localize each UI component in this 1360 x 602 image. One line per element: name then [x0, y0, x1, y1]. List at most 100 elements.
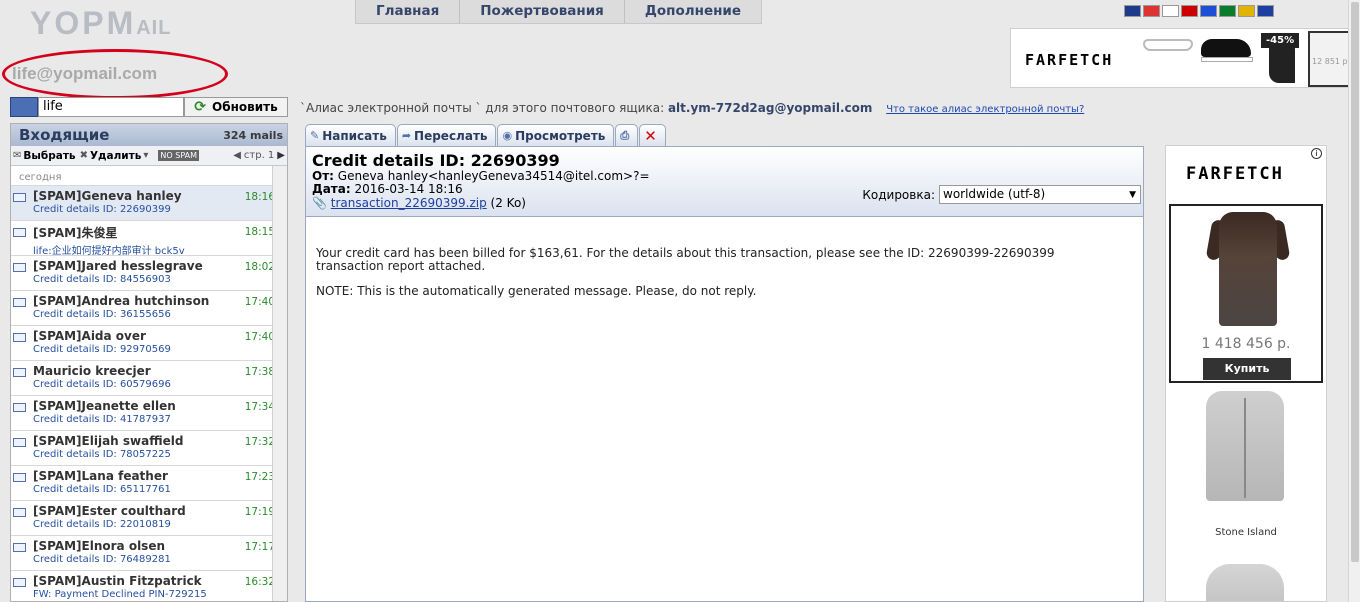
alias-help-link[interactable]: Что такое алиас электронной почты?: [886, 104, 1084, 115]
delete-button[interactable]: ✖ Удалить ▾: [80, 150, 149, 162]
product-tile[interactable]: 12 851 р: [1308, 31, 1349, 87]
mail-list-item[interactable]: [SPAM]Jared hesslegrave 18:02 Credit detai…: [11, 255, 287, 290]
mail-list-item[interactable]: Mauricio kreecjer 17:38 Credit details ID:…: [11, 360, 287, 395]
nospam-badge[interactable]: NO SPAM: [158, 150, 200, 161]
message-toolbar: ✎ Написать ➦ Переслать ◉ Просмотреть ⎙ ✕: [305, 124, 667, 146]
mail-list-item[interactable]: [SPAM]Elijah swaffield 17:32 Credit detail…: [11, 430, 287, 465]
mail-list-item[interactable]: [SPAM]Jeanette ellen 17:34 Credit details …: [11, 395, 287, 430]
mail-list-item[interactable]: [SPAM]Elnora olsen 17:17 Credit details ID…: [11, 535, 287, 570]
mail-subject: Credit details ID: 41787937: [33, 414, 171, 425]
view-tab[interactable]: ◉ Просмотреть: [497, 124, 615, 146]
inbox-toolbar: ✉ Выбрать ✖ Удалить ▾ NO SPAM ◀ стр. 1 ▶: [11, 146, 287, 166]
language-flag-icon[interactable]: [1238, 5, 1255, 17]
address-book-icon[interactable]: [10, 97, 38, 117]
mail-sender: [SPAM]Jeanette ellen: [33, 399, 176, 413]
mail-subject: Credit details ID: 65117761: [33, 484, 171, 495]
next-page-icon[interactable]: ▶: [277, 150, 285, 161]
envelope-icon: [13, 193, 26, 202]
boot-image: [1269, 45, 1295, 83]
message-body: Your credit card has been billed for $16…: [306, 217, 1143, 298]
paperclip-icon: 📎: [312, 196, 327, 210]
mail-sender: Mauricio kreecjer: [33, 364, 151, 378]
jacket-zipper: [1244, 398, 1246, 498]
mail-list-item[interactable]: [SPAM]Geneva hanley 18:16 Credit details I…: [11, 185, 287, 220]
product-price: 1 418 456 р.: [1201, 336, 1291, 352]
mail-list-item[interactable]: [SPAM]Andrea hutchinson 17:40 Credit detai…: [11, 290, 287, 325]
envelope-icon: [13, 543, 26, 552]
logo-main: YOPM: [30, 5, 137, 41]
view-label: Просмотреть: [515, 128, 606, 143]
inbox-title: Входящие: [19, 126, 110, 144]
envelope-icon: [13, 473, 26, 482]
mail-subject: Credit details ID: 78057225: [33, 449, 171, 460]
envelope-icon: [13, 228, 26, 237]
write-tab[interactable]: ✎ Написать: [305, 124, 396, 146]
yopmail-logo[interactable]: YOPMAIL: [30, 6, 171, 45]
inbox-header: Входящие 324 mails: [11, 124, 287, 146]
mail-list-item[interactable]: [SPAM]Lana feather 17:23 Credit details ID…: [11, 465, 287, 500]
mail-list-item[interactable]: [SPAM]朱俊星 18:15 life:企业如何提好内部审计 bck5v: [11, 220, 287, 257]
envelope-icon: [13, 438, 26, 447]
alias-domain: @yopmail.com: [774, 101, 873, 115]
message-header: Credit details ID: 22690399 От: Geneva h…: [306, 147, 1143, 217]
encoding-select[interactable]: worldwide (utf-8) ▼: [939, 185, 1141, 204]
forward-tab[interactable]: ➦ Переслать: [396, 124, 497, 146]
buy-button[interactable]: Купить: [1203, 358, 1291, 380]
inbox-scrollbar[interactable]: [272, 166, 287, 601]
print-tab[interactable]: ⎙: [615, 124, 639, 146]
prev-page-icon[interactable]: ◀: [233, 150, 241, 161]
language-flag-icon[interactable]: [1124, 5, 1141, 17]
logo-tail: AIL: [136, 17, 172, 39]
mail-list-item[interactable]: [SPAM]Aida over 17:40 Credit details ID: 9…: [11, 325, 287, 360]
envelope-icon: [13, 333, 26, 342]
mail-list-item[interactable]: [SPAM]Austin Fitzpatrick 16:32 FW: Payment…: [11, 570, 287, 601]
product-card[interactable]: 1 418 456 р. Купить: [1169, 204, 1323, 383]
delete-tab[interactable]: ✕: [639, 124, 666, 146]
nav-addons[interactable]: Дополнение: [625, 0, 761, 23]
sneaker-sole: [1201, 57, 1253, 62]
language-flag-icon[interactable]: [1219, 5, 1236, 17]
mail-sender: [SPAM]Elnora olsen: [33, 539, 166, 553]
language-flag-icon[interactable]: [1257, 5, 1274, 17]
refresh-icon: ⟳: [194, 99, 207, 115]
envelope-icon: [13, 403, 26, 412]
scrollbar-thumb[interactable]: [1351, 2, 1359, 562]
nav-home[interactable]: Главная: [356, 0, 461, 23]
page-scrollbar[interactable]: [1348, 0, 1360, 602]
from-value: Geneva hanley<hanleyGeneva34514@itel.com…: [337, 169, 650, 183]
chevron-down-icon: ▾: [143, 150, 149, 161]
language-flag-icon[interactable]: [1200, 5, 1217, 17]
language-flag-icon[interactable]: [1143, 5, 1160, 17]
mail-sender: [SPAM]Geneva hanley: [33, 189, 182, 203]
body-paragraph-1: Your credit card has been billed for $16…: [316, 246, 1055, 273]
envelope-icon: [13, 578, 26, 587]
nav-donations[interactable]: Пожертвования: [460, 0, 625, 23]
write-label: Написать: [322, 128, 387, 143]
dropdown-icon: ▼: [1129, 190, 1136, 200]
language-flag-icon[interactable]: [1162, 5, 1179, 17]
envelope-icon: [13, 368, 26, 377]
mail-subject: Credit details ID: 76489281: [33, 554, 171, 565]
side-banner-ad[interactable]: i FARFETCH 1 418 456 р. Купить Stone Isl…: [1165, 145, 1327, 602]
mail-sender: [SPAM]Elijah swaffield: [33, 434, 184, 448]
tile-price: 12 851 р: [1312, 57, 1348, 66]
top-banner-ad[interactable]: FARFETCH -45% 12 851 р: [1010, 28, 1350, 88]
delete-icon: ✖: [79, 150, 88, 161]
mailbox-input[interactable]: life: [38, 97, 184, 117]
attachment-link[interactable]: transaction_22690399.zip: [331, 196, 487, 210]
mail-list: [SPAM]Geneva hanley 18:16 Credit details I…: [11, 185, 287, 601]
select-label: Выбрать: [23, 149, 76, 162]
farfetch-logo: FARFETCH: [1186, 164, 1284, 184]
refresh-button[interactable]: ⟳ Обновить: [184, 97, 288, 117]
hoodie-image[interactable]: [1206, 564, 1284, 601]
select-button[interactable]: ✉ Выбрать: [13, 150, 76, 162]
language-flags: [1124, 5, 1274, 17]
mail-subject: Credit details ID: 60579696: [33, 379, 171, 390]
product-brand: Stone Island: [1215, 527, 1277, 538]
mail-list-item[interactable]: [SPAM]Ester coulthard 17:19 Credit details…: [11, 500, 287, 535]
date-label: Дата:: [312, 182, 351, 196]
forward-icon: ➦: [401, 129, 412, 142]
mail-time: 17:17: [244, 541, 275, 553]
language-flag-icon[interactable]: [1181, 5, 1198, 17]
adchoices-icon[interactable]: i: [1311, 148, 1322, 159]
